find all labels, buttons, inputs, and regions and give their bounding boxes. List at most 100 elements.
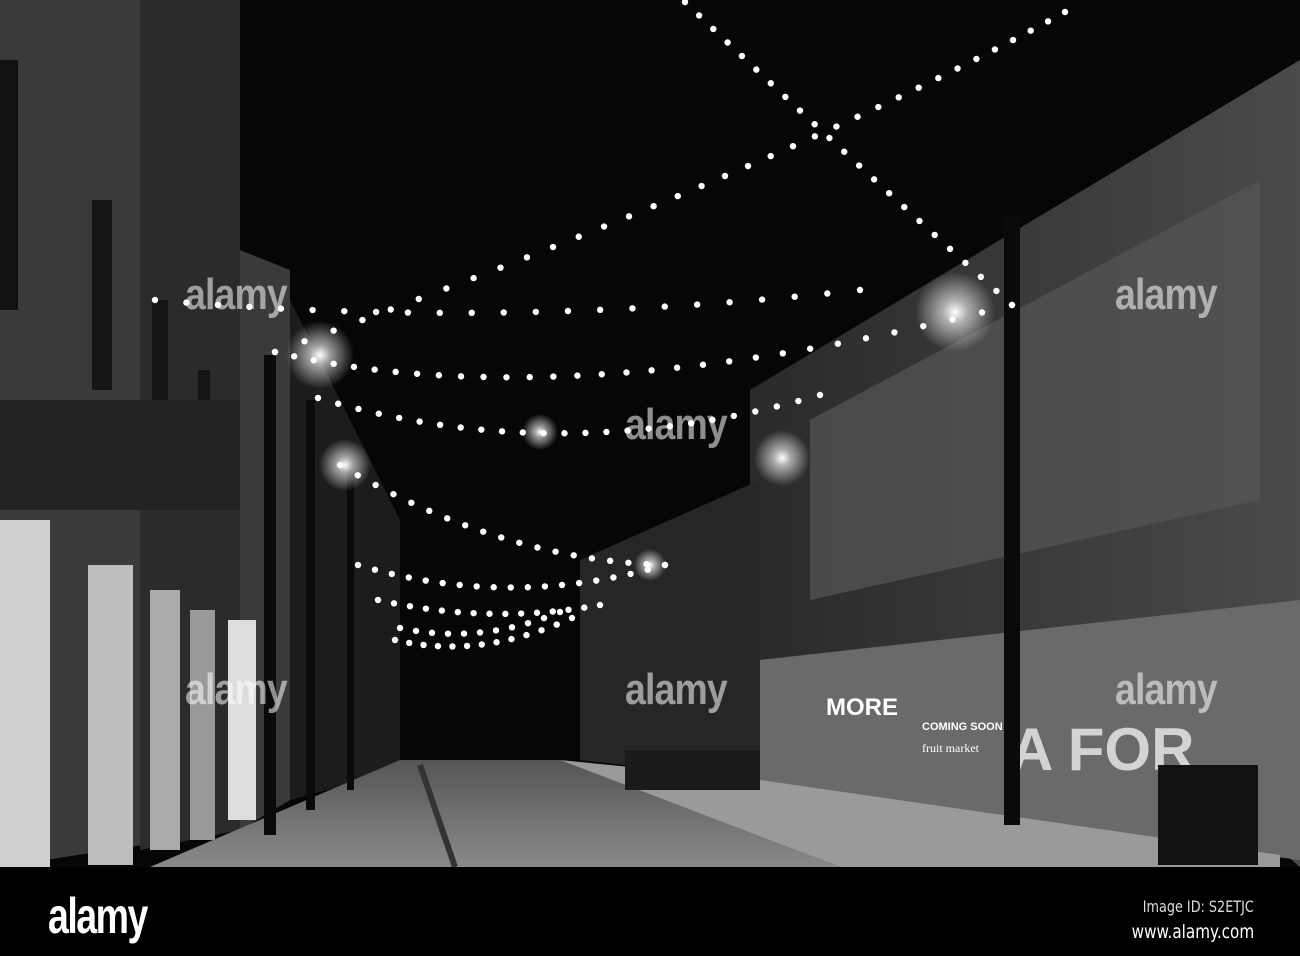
string-light-bulb	[426, 507, 433, 515]
string-light-bulb	[480, 373, 487, 381]
string-light-bulb	[454, 608, 461, 616]
string-light-bulb	[875, 103, 882, 111]
street-lamp-glow	[522, 414, 558, 450]
string-light-bulb	[416, 418, 423, 425]
string-light-bulb	[752, 354, 760, 361]
string-light-bulb	[935, 74, 942, 82]
string-light-bulb	[1027, 27, 1034, 34]
string-light-bulb	[1061, 8, 1069, 16]
string-light-bulb	[533, 609, 541, 616]
string-light-bulb	[371, 366, 378, 373]
string-light-bulb	[391, 636, 399, 644]
string-light-bulb	[480, 528, 487, 535]
string-light-bulb	[473, 583, 480, 590]
string-light-bulb	[816, 391, 824, 399]
string-light-bulb	[582, 429, 589, 437]
site-url[interactable]: www.alamy.com	[1131, 921, 1254, 943]
string-light-bulb	[782, 93, 789, 101]
string-light-bulb	[855, 162, 863, 169]
string-light-bulb	[508, 624, 516, 631]
litter-bin	[1158, 765, 1258, 865]
string-light-bulb	[946, 245, 954, 253]
string-light-bulb	[795, 397, 802, 405]
string-light-bulb	[824, 290, 831, 297]
string-light-bulb	[588, 555, 596, 562]
alamy-logo: alamy	[48, 888, 148, 944]
string-light-bulb	[721, 172, 729, 180]
watermark: alamy	[625, 400, 728, 449]
window	[0, 60, 18, 310]
string-light-bulb	[422, 605, 430, 612]
string-light-bulb	[673, 364, 681, 371]
string-light-bulb	[710, 25, 717, 33]
string-light-bulb	[336, 461, 344, 469]
string-light-bulb	[581, 604, 588, 611]
watermark: alamy	[1115, 665, 1218, 714]
string-light-bulb	[412, 627, 420, 635]
string-light-bulb	[779, 350, 787, 357]
string-light-bulb	[492, 627, 500, 634]
string-light-bulb	[493, 639, 500, 646]
string-light-bulb	[1008, 301, 1016, 309]
string-light-bulb	[390, 490, 397, 498]
string-light-bulb	[643, 560, 650, 568]
string-light-bulb	[490, 584, 497, 591]
string-light-bulb	[627, 570, 634, 578]
string-light-bulb	[954, 65, 961, 72]
string-light-bulb	[359, 316, 366, 324]
pillar	[228, 620, 256, 820]
string-light-bulb	[773, 403, 780, 410]
string-light-bulb	[915, 84, 922, 91]
string-light-bulb	[372, 481, 379, 489]
string-light-bulb	[478, 641, 485, 648]
string-light-bulb	[806, 345, 814, 352]
sign-coming-soon: COMING SOON	[922, 721, 1003, 733]
string-light-bulb	[436, 309, 443, 317]
string-light-bulb	[885, 189, 893, 197]
string-light-bulb	[1009, 36, 1017, 44]
string-light-bulb	[434, 642, 442, 650]
string-light-bulb	[371, 566, 379, 573]
string-light-bulb	[457, 373, 465, 380]
string-light-bulb	[498, 534, 505, 541]
string-light-bulb	[575, 579, 583, 587]
string-light-bulb	[565, 606, 572, 613]
street-lamp-glow	[319, 439, 371, 491]
string-light-bulb	[553, 621, 560, 628]
string-light-bulb	[596, 601, 604, 609]
string-light-bulb	[309, 306, 316, 314]
string-light-bulb	[556, 608, 564, 616]
string-light-bulb	[625, 213, 633, 220]
string-light-bulb	[962, 259, 969, 267]
lamp-post	[306, 400, 315, 810]
footer-bar: alamy Image ID: S2ETJC www.alamy.com	[0, 867, 1300, 956]
string-light-bulb	[606, 557, 614, 565]
pillar	[150, 590, 180, 850]
string-light-bulb	[550, 373, 557, 380]
string-light-bulb	[870, 176, 878, 183]
string-light-bulb	[540, 429, 547, 437]
string-light-bulb	[593, 577, 600, 584]
string-light-bulb	[470, 274, 477, 282]
string-light-bulb	[931, 231, 938, 239]
string-light-bulb	[436, 421, 444, 429]
string-light-bulb	[444, 630, 452, 637]
string-light-bulb	[598, 371, 605, 378]
string-light-bulb	[420, 641, 427, 649]
string-light-bulb	[523, 631, 530, 639]
watermark: alamy	[1115, 270, 1218, 319]
string-light-bulb	[661, 303, 668, 310]
pillar	[190, 610, 215, 840]
string-light-bulb	[271, 348, 279, 356]
string-light-bulb	[413, 370, 421, 377]
string-light-bulb	[463, 642, 471, 650]
string-light-bulb	[564, 307, 572, 315]
string-light-bulb	[460, 630, 468, 637]
string-light-bulb	[575, 233, 582, 240]
string-light-bulb	[534, 544, 541, 551]
string-light-bulb	[811, 133, 819, 140]
string-light-bulb	[374, 596, 382, 604]
string-light-bulb	[730, 412, 738, 420]
string-light-bulb	[738, 52, 746, 60]
string-light-bulb	[758, 296, 766, 303]
